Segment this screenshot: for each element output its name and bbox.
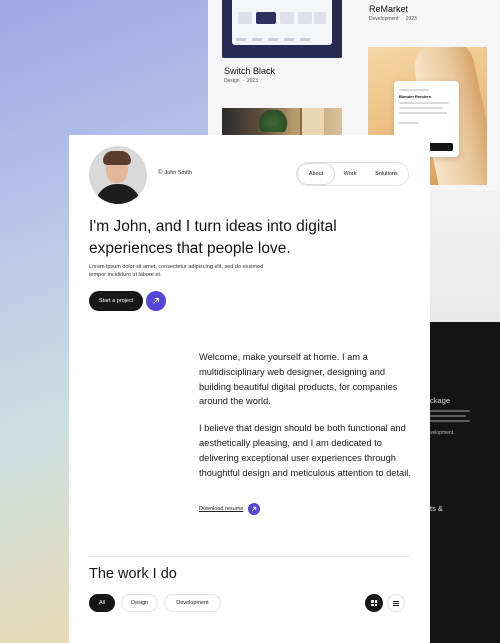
project-title[interactable]: Switch Black <box>224 66 275 76</box>
download-resume-link[interactable]: Download resume <box>199 506 243 512</box>
filter-development[interactable]: Development <box>164 594 221 612</box>
work-heading: The work I do <box>89 566 177 582</box>
intro-text: Welcome, make yourself at home. I am a m… <box>199 350 414 480</box>
hero-cta: Start a project <box>89 291 167 311</box>
project-category: Development <box>369 16 399 22</box>
grid-icon[interactable] <box>365 594 383 612</box>
arrow-up-right-icon[interactable] <box>146 291 167 311</box>
background-dark-panel <box>430 322 500 643</box>
dark-panel-label: ts & <box>430 504 443 513</box>
nav-item-work[interactable]: Work <box>335 163 365 185</box>
project-title[interactable]: ReMarket <box>369 4 408 14</box>
resume-download: Download resume <box>199 503 261 515</box>
avatar <box>89 146 147 204</box>
start-project-button[interactable]: Start a project <box>89 291 144 311</box>
intro-paragraph: Welcome, make yourself at home. I am a m… <box>199 352 398 407</box>
list-icon[interactable] <box>387 594 405 612</box>
profile-card: © John Smith About Work Solutions I'm Jo… <box>69 135 430 643</box>
view-toggle <box>365 594 405 612</box>
nav-item-solutions[interactable]: Solutions <box>365 163 408 185</box>
intro-paragraph: I believe that design should be both fun… <box>199 423 411 478</box>
project-meta: Development · 2023 <box>369 16 417 22</box>
nav-item-about[interactable]: About <box>297 163 335 185</box>
hero-headline: I'm John, and I turn ideas into digital … <box>89 218 337 257</box>
arrow-up-right-icon[interactable] <box>248 503 261 515</box>
copyright-icon: © <box>158 170 163 176</box>
project-meta: Design · 2023 <box>224 78 258 84</box>
text-placeholder <box>430 420 470 422</box>
main-nav: About Work Solutions <box>296 162 409 186</box>
hero-subtext: Lorem ipsum dolor sit amet, consectetur … <box>89 264 264 278</box>
project-year: 2023 <box>246 78 258 84</box>
filter-design[interactable]: Design <box>121 594 159 612</box>
owner-name: John Smith <box>164 170 192 176</box>
background-strip <box>430 190 500 322</box>
owner-credit: © John Smith <box>158 170 192 176</box>
dashboard-preview <box>232 0 332 45</box>
product-card-title: Blender Renders <box>399 94 432 99</box>
project-thumbnail-switch-black[interactable] <box>222 0 342 58</box>
text-placeholder <box>430 415 466 417</box>
text-placeholder <box>430 410 470 412</box>
project-year: 2023 <box>405 16 417 22</box>
dark-panel-heading: ckage <box>430 396 451 405</box>
work-filters: All Design Development <box>89 594 221 612</box>
filter-all[interactable]: All <box>89 594 116 612</box>
project-thumbnail-photo[interactable] <box>222 108 342 138</box>
project-category: Design <box>224 78 240 84</box>
section-divider <box>89 556 409 557</box>
dark-panel-link[interactable]: velopment. <box>430 430 454 436</box>
